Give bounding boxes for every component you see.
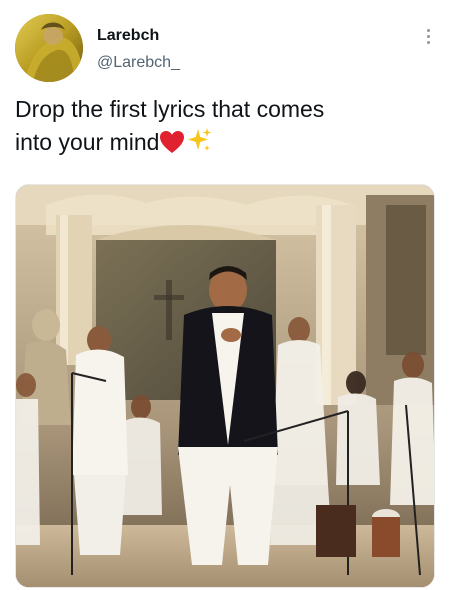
avatar-image [15,14,83,82]
tweet-photo[interactable] [15,184,435,588]
sparkles-icon [185,126,213,163]
red-heart-icon [159,130,185,163]
tweet-text: Drop the first lyrics that comes into yo… [15,93,435,163]
dot [426,28,430,32]
dot [426,40,430,44]
tweet-card: Larebch @Larebch_ Drop the first lyrics … [0,0,450,590]
display-name[interactable]: Larebch [97,27,159,45]
dot [426,34,430,38]
user-handle[interactable]: @Larebch_ [97,54,180,72]
concert-photo [16,185,434,587]
more-vertical-icon[interactable] [418,24,438,48]
profile-avatar[interactable] [15,14,83,82]
